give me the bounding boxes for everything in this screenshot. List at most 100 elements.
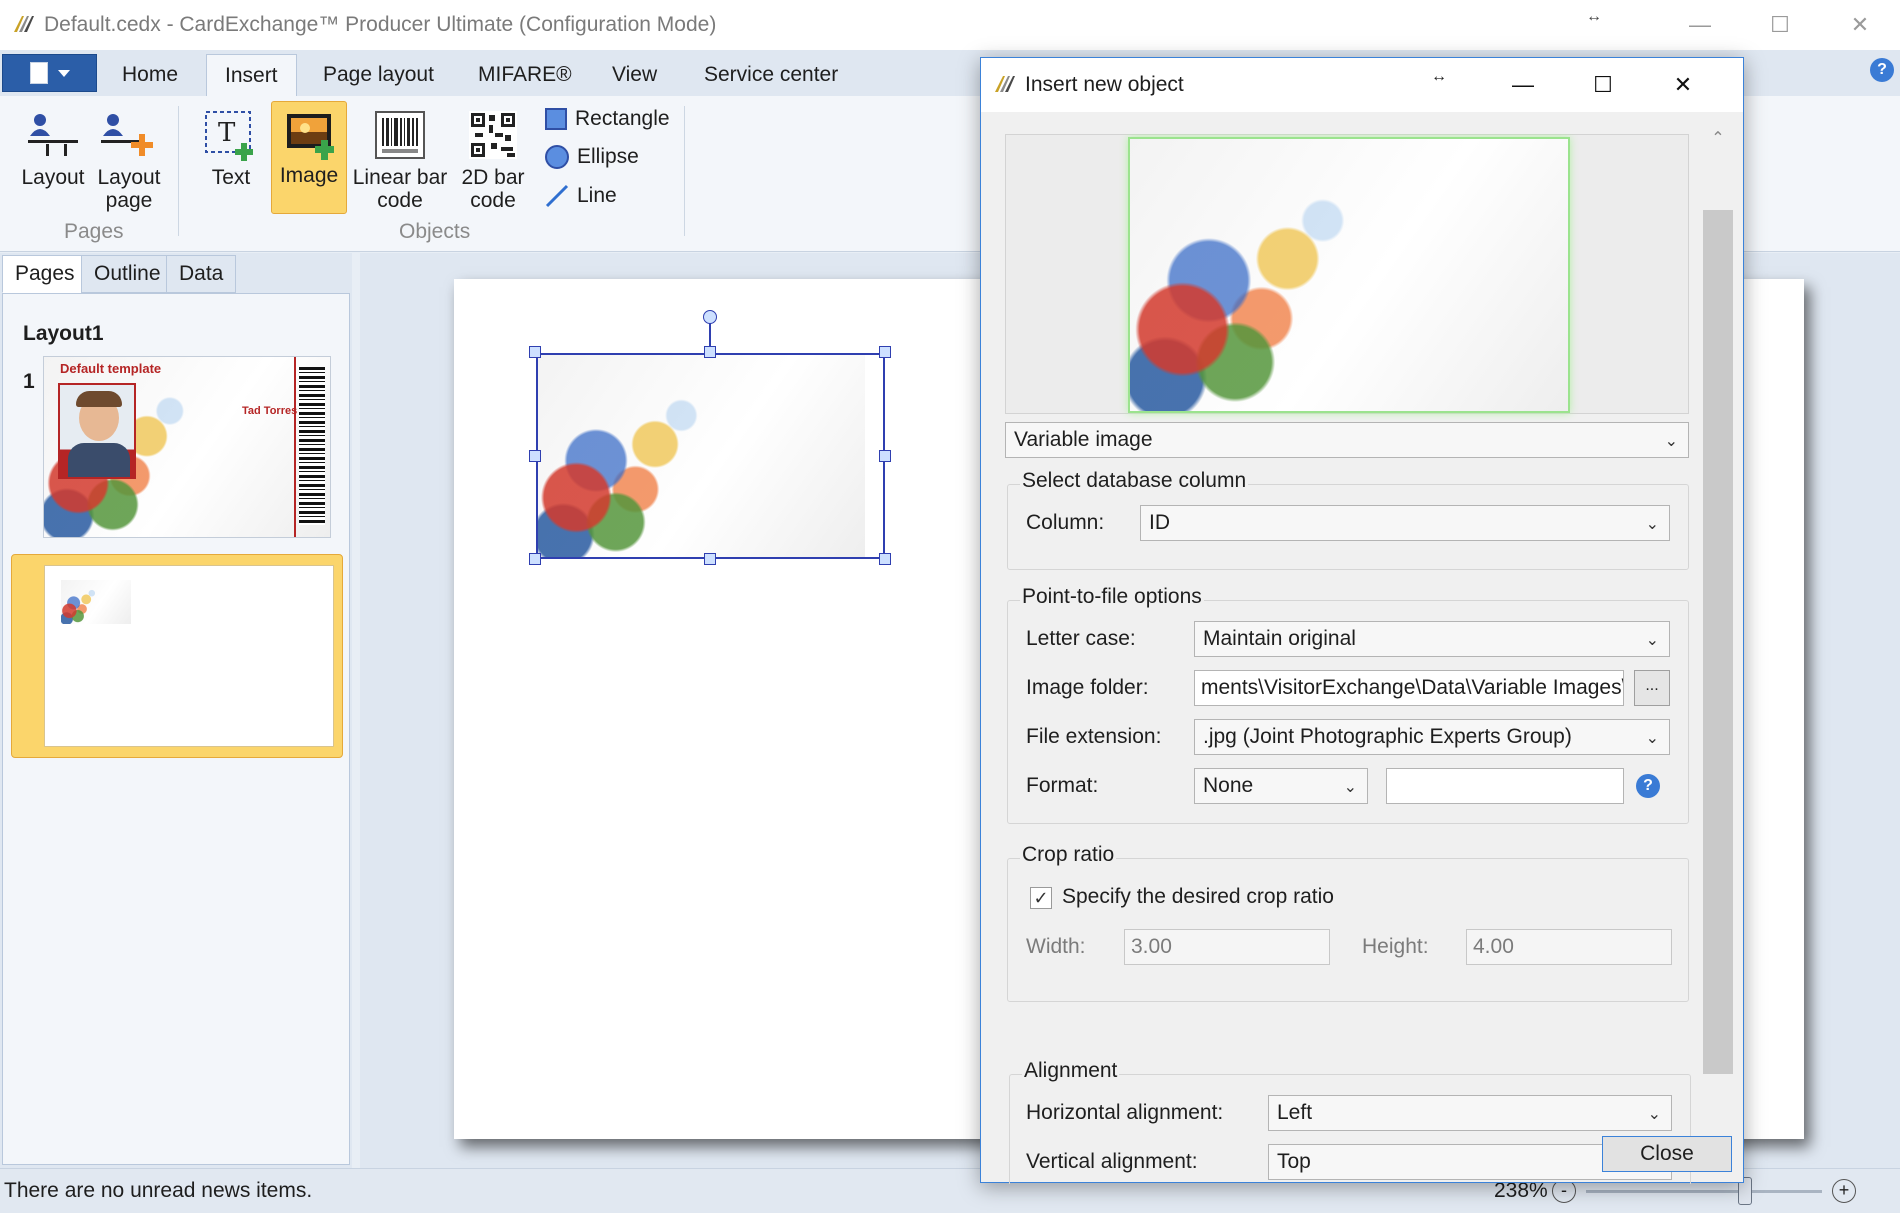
barcode-icon — [374, 104, 426, 166]
ellipse-button[interactable]: Ellipse — [545, 142, 639, 172]
crop-height-input[interactable]: 4.00 — [1466, 929, 1672, 965]
page-thumbnail-2[interactable] — [11, 554, 343, 758]
format-select[interactable]: None ⌄ — [1194, 768, 1368, 804]
chevron-down-icon: ⌄ — [1645, 516, 1659, 533]
resize-handle-ne[interactable] — [879, 346, 891, 358]
help-icon[interactable]: ? — [1870, 58, 1894, 82]
image-preview — [1128, 137, 1570, 413]
resize-handle-sw[interactable] — [529, 553, 541, 565]
page-list: Layout1 1 Default template Tad Torres 2 — [2, 293, 350, 1165]
image-source-select[interactable]: Variable image ⌄ — [1005, 422, 1689, 458]
ribbon-separator — [178, 106, 179, 236]
tab-data[interactable]: Data — [166, 255, 237, 293]
2d-barcode-button[interactable]: 2D bar code — [456, 104, 530, 212]
linear-barcode-button[interactable]: Linear bar code — [352, 104, 448, 212]
zoom-slider-track[interactable] — [1586, 1190, 1822, 1193]
zoom-in-button[interactable]: + — [1832, 1179, 1856, 1203]
linear-barcode-label-1: Linear bar — [352, 166, 448, 189]
vertical-alignment-label: Vertical alignment: — [1026, 1150, 1198, 1173]
column-label: Column: — [1026, 511, 1105, 534]
layout-button[interactable]: Layout — [18, 104, 88, 189]
page-thumbnail-2-preview — [44, 565, 334, 747]
tab-view[interactable]: View — [594, 54, 675, 96]
rectangle-icon — [545, 108, 567, 130]
dialog-minimize-button[interactable]: — — [1483, 58, 1563, 112]
ellipse-icon — [545, 145, 569, 169]
file-extension-label: File extension: — [1026, 725, 1162, 748]
file-extension-select[interactable]: .jpg (Joint Photographic Experts Group) … — [1194, 719, 1670, 755]
image-button[interactable]: Image — [271, 101, 347, 214]
line-button[interactable]: Line — [545, 181, 617, 211]
text-button[interactable]: T Text — [198, 104, 264, 189]
rectangle-button[interactable]: Rectangle — [545, 104, 670, 134]
insert-object-dialog: Insert new object ↔ — ☐ ✕ Variable image… — [980, 57, 1744, 1184]
tab-home[interactable]: Home — [104, 54, 196, 96]
red-divider — [294, 357, 296, 537]
close-window-button[interactable]: ✕ — [1820, 0, 1900, 50]
resize-handle-w[interactable] — [529, 450, 541, 462]
linear-barcode-label-2: code — [377, 189, 423, 212]
dialog-scrollbar[interactable]: ⌃ ⌄ — [1703, 118, 1733, 1171]
select-db-column-group: Select database column Column: ID ⌄ — [1007, 469, 1689, 570]
image-icon — [281, 102, 337, 164]
rectangle-label: Rectangle — [575, 107, 670, 130]
width-label: Width: — [1026, 935, 1086, 958]
line-label: Line — [577, 184, 617, 207]
minimize-icon: — — [1689, 12, 1711, 37]
chevron-down-icon: ⌄ — [1645, 632, 1659, 649]
dialog-close-button[interactable]: ✕ — [1643, 58, 1723, 112]
resize-handle-n[interactable] — [704, 346, 716, 358]
rotate-handle[interactable] — [703, 310, 717, 324]
image-folder-input[interactable]: ments\VisitorExchange\Data\Variable Imag… — [1194, 670, 1624, 706]
format-label: Format: — [1026, 774, 1099, 797]
column-select[interactable]: ID ⌄ — [1140, 505, 1670, 541]
barcode-strip — [299, 367, 325, 525]
window-title: Default.cedx - CardExchange™ Producer Ul… — [44, 13, 717, 36]
dialog-maximize-button[interactable]: ☐ — [1563, 58, 1643, 112]
checkmark-icon: ✓ — [1033, 887, 1049, 908]
close-button[interactable]: Close — [1602, 1136, 1732, 1172]
horizontal-alignment-select[interactable]: Left ⌄ — [1268, 1095, 1672, 1131]
maximize-button[interactable]: ☐ — [1740, 0, 1820, 50]
qr-code-icon — [467, 104, 519, 166]
layout-page-button[interactable]: Layout page — [94, 104, 164, 212]
page-number: 1 — [23, 370, 35, 393]
resize-arrow-icon: ↔ — [1586, 8, 1602, 25]
resize-handle-se[interactable] — [879, 553, 891, 565]
crop-width-input[interactable]: 3.00 — [1124, 929, 1330, 965]
resize-handle-s[interactable] — [704, 553, 716, 565]
tab-mifare[interactable]: MIFARE® — [460, 54, 590, 96]
page-thumbnail-1[interactable]: Default template Tad Torres — [43, 356, 331, 538]
2d-barcode-label-2: code — [470, 189, 516, 212]
crop-ratio-checkbox[interactable]: ✓ — [1030, 887, 1052, 909]
ellipse-label: Ellipse — [577, 145, 639, 168]
document-icon — [29, 62, 48, 84]
chevron-down-icon: ⌄ — [1647, 1106, 1661, 1123]
tab-insert[interactable]: Insert — [206, 54, 297, 96]
height-label: Height: — [1362, 935, 1429, 958]
tab-service-center[interactable]: Service center — [686, 54, 856, 96]
file-extension-value: .jpg (Joint Photographic Experts Group) — [1203, 725, 1572, 748]
minimize-button[interactable]: — — [1660, 0, 1740, 50]
title-bar: Default.cedx - CardExchange™ Producer Ul… — [0, 0, 1900, 50]
news-status: There are no unread news items. — [4, 1179, 313, 1202]
app-logo-icon — [995, 76, 1015, 92]
tab-outline[interactable]: Outline — [81, 255, 174, 293]
text-icon: T — [203, 104, 259, 166]
file-menu-button[interactable] — [2, 54, 97, 92]
format-input[interactable] — [1386, 768, 1624, 804]
image-label: Image — [279, 164, 339, 187]
tab-page-layout[interactable]: Page layout — [305, 54, 452, 96]
dialog-title: Insert new object — [1025, 73, 1184, 96]
group-title: Alignment — [1022, 1059, 1120, 1083]
scrollbar-thumb[interactable] — [1703, 210, 1733, 1074]
resize-handle-e[interactable] — [879, 450, 891, 462]
tab-pages[interactable]: Pages — [2, 255, 88, 293]
info-icon[interactable]: ? — [1636, 774, 1660, 798]
text-label: Text — [211, 166, 251, 189]
scroll-up-icon[interactable]: ⌃ — [1709, 128, 1727, 148]
browse-folder-button[interactable]: ... — [1634, 670, 1670, 706]
letter-case-select[interactable]: Maintain original ⌄ — [1194, 621, 1670, 657]
layout-label: Layout — [21, 166, 85, 189]
resize-handle-nw[interactable] — [529, 346, 541, 358]
